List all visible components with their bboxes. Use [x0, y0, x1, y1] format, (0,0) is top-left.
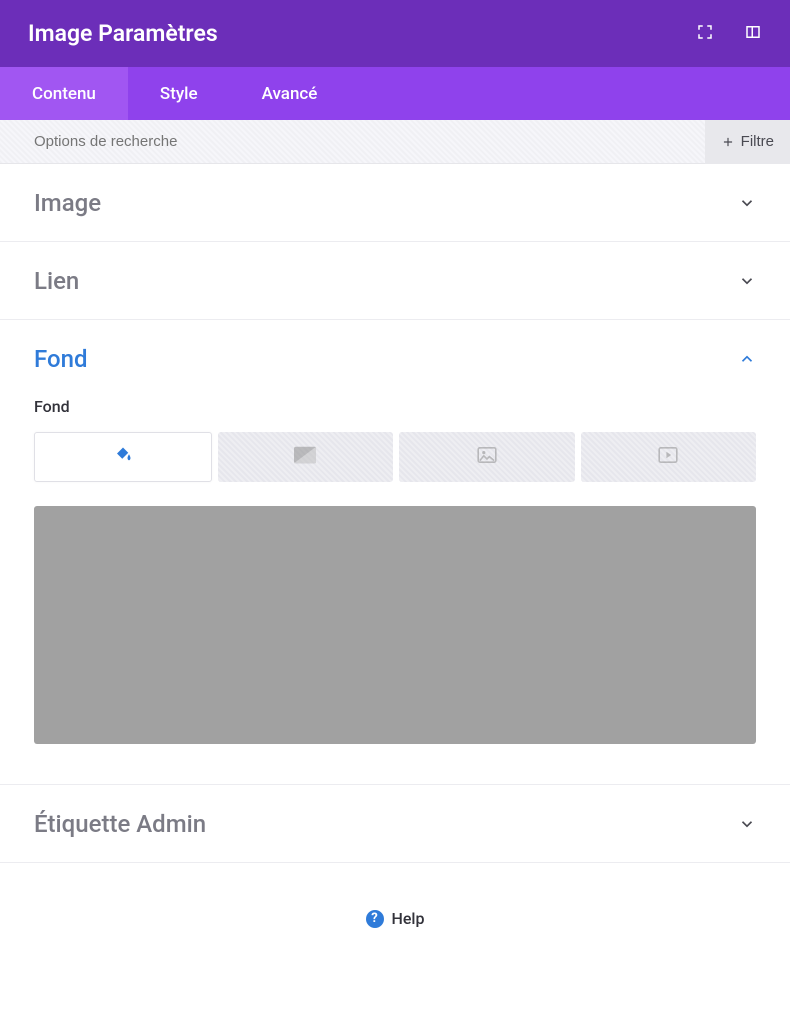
- plus-icon: [721, 135, 735, 149]
- section-image: Image: [0, 164, 790, 242]
- filter-button[interactable]: Filtre: [705, 120, 790, 164]
- image-icon: [477, 447, 497, 467]
- panel-title: Image Paramètres: [28, 20, 218, 47]
- section-lien-title: Lien: [34, 267, 79, 295]
- background-type-tabs: [34, 432, 756, 482]
- fond-field-label: Fond: [34, 397, 756, 416]
- section-lien: Lien: [0, 242, 790, 320]
- bg-tab-video[interactable]: [581, 432, 757, 482]
- section-fond-header[interactable]: Fond: [0, 320, 790, 397]
- section-etiquette-admin: Étiquette Admin: [0, 785, 790, 863]
- search-bar: Filtre: [0, 120, 790, 164]
- section-etiquette-title: Étiquette Admin: [34, 810, 206, 838]
- help-label: Help: [392, 909, 425, 928]
- header-actions: [696, 23, 762, 45]
- help-icon: ?: [366, 910, 384, 928]
- bg-tab-image[interactable]: [399, 432, 575, 482]
- help-link[interactable]: ? Help: [0, 895, 790, 942]
- video-icon: [658, 447, 678, 467]
- section-fond-title: Fond: [34, 345, 87, 373]
- bg-tab-color[interactable]: [34, 432, 212, 482]
- tab-avance[interactable]: Avancé: [230, 67, 350, 120]
- section-lien-header[interactable]: Lien: [0, 242, 790, 319]
- expand-icon[interactable]: [696, 23, 714, 45]
- chevron-down-icon: [738, 815, 756, 833]
- bg-tab-gradient[interactable]: [218, 432, 394, 482]
- paint-bucket-icon: [114, 446, 132, 468]
- filter-label: Filtre: [741, 133, 774, 150]
- sidebar-toggle-icon[interactable]: [744, 23, 762, 45]
- chevron-down-icon: [738, 272, 756, 290]
- search-input[interactable]: [34, 133, 488, 150]
- section-fond-body: Fond: [0, 397, 790, 784]
- chevron-up-icon: [738, 350, 756, 368]
- panel-header: Image Paramètres: [0, 0, 790, 67]
- tab-style[interactable]: Style: [128, 67, 230, 120]
- tab-contenu[interactable]: Contenu: [0, 67, 128, 120]
- background-preview[interactable]: [34, 506, 756, 744]
- gradient-icon: [294, 446, 316, 468]
- main-tabs: Contenu Style Avancé: [0, 67, 790, 120]
- section-etiquette-header[interactable]: Étiquette Admin: [0, 785, 790, 862]
- section-image-title: Image: [34, 189, 101, 217]
- chevron-down-icon: [738, 194, 756, 212]
- section-image-header[interactable]: Image: [0, 164, 790, 241]
- section-fond: Fond Fond: [0, 320, 790, 785]
